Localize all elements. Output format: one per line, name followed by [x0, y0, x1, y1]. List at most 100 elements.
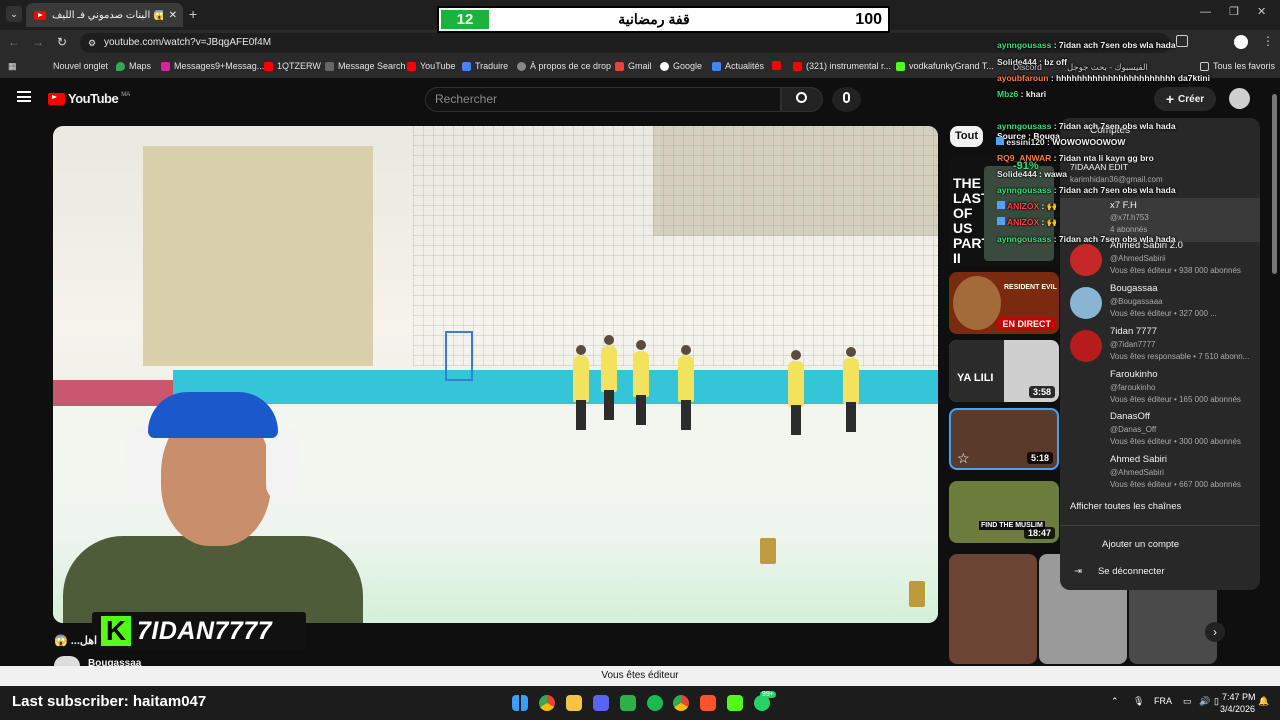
- filter-chip-all[interactable]: Tout: [950, 126, 983, 147]
- phone-link-icon[interactable]: [620, 695, 636, 711]
- discord-icon[interactable]: [593, 695, 609, 711]
- editor-notice-text: Vous êtes éditeur: [601, 670, 679, 681]
- bookmark-message-search[interactable]: Message Search: [325, 61, 406, 71]
- account-handle: @AhmedSabiri: [1110, 468, 1164, 477]
- search-button[interactable]: [781, 87, 823, 112]
- thumbnail-title: THE LAST OF US PART II PC: [953, 175, 991, 267]
- bookmark-1qtzerw[interactable]: 1QTZERW: [264, 61, 321, 71]
- score-title: قفة رمضانية: [618, 11, 690, 27]
- chat-message: WOWOWOOWOW: [1052, 137, 1126, 147]
- extensions-icon[interactable]: [1176, 35, 1188, 47]
- editor-notice-bar: Vous êtes éditeur: [0, 666, 1280, 686]
- add-account-label: Ajouter un compte: [1102, 539, 1180, 550]
- notification-bell-icon[interactable]: 🔔: [1258, 696, 1269, 707]
- bookmark-kick[interactable]: vodkafunkyGrand T...: [896, 61, 994, 71]
- message-icon: [325, 61, 334, 71]
- chrome-icon[interactable]: [539, 695, 555, 711]
- tab-close-icon[interactable]: ✕: [169, 10, 183, 21]
- add-account-item[interactable]: Ajouter un compte: [1060, 539, 1260, 550]
- account-item[interactable]: Ahmed Sabiri 2.0 @AhmedSabirii Vous êtes…: [1060, 240, 1260, 284]
- clock-time[interactable]: 7:47 PM: [1222, 692, 1256, 702]
- brave-icon[interactable]: [700, 695, 716, 711]
- network-icon[interactable]: ▭: [1183, 696, 1192, 707]
- bookmark-gmail[interactable]: Gmail: [615, 61, 652, 71]
- browser-menu-icon[interactable]: ⋮: [1262, 34, 1274, 48]
- chat-line: aynngousass : 7idan ach 7sen obs wla had…: [997, 40, 1176, 50]
- apps-grid-icon[interactable]: ▦: [8, 61, 17, 72]
- chat-user: ayoubfaroun: [997, 73, 1049, 83]
- recommended-video[interactable]: ☆ 5:18: [949, 408, 1059, 470]
- spotify-icon[interactable]: [647, 695, 663, 711]
- channel-avatar[interactable]: [54, 656, 80, 666]
- duration-badge: 18:47: [1023, 527, 1055, 539]
- page-scrollbar[interactable]: [1272, 94, 1277, 274]
- bookmark-google[interactable]: Google: [660, 61, 702, 71]
- folder-icon: [1200, 61, 1209, 71]
- search-placeholder: Rechercher: [435, 92, 498, 106]
- account-item[interactable]: 7idan 7777 @7idan7777 Vous êtes responsa…: [1060, 326, 1260, 370]
- create-button[interactable]: + Créer: [1154, 87, 1216, 111]
- show-all-channels-link[interactable]: Afficher toutes les chaînes: [1060, 501, 1260, 512]
- language-indicator[interactable]: FRA: [1154, 696, 1172, 706]
- voice-search-button[interactable]: [832, 87, 861, 112]
- recommended-video[interactable]: FIND THE MUSLIM 18:47: [949, 481, 1059, 543]
- file-explorer-icon[interactable]: [566, 695, 582, 711]
- youtube-logo[interactable]: YouTube MA: [48, 91, 130, 106]
- window-restore-button[interactable]: ❐: [1229, 5, 1239, 18]
- shorts-thumbnail[interactable]: [949, 554, 1037, 664]
- bookmark-instagram[interactable]: Messages9+Messag...: [161, 61, 264, 71]
- video-player[interactable]: [53, 126, 938, 623]
- window-minimize-button[interactable]: —: [1200, 6, 1211, 18]
- mic-icon[interactable]: 🎙: [1133, 696, 1144, 707]
- forward-icon[interactable]: →: [32, 35, 44, 49]
- active-tab[interactable]: البنات صدموني فـ الليف 😱 ... ✕: [26, 3, 183, 27]
- reload-icon[interactable]: ↻: [57, 35, 67, 49]
- bookmark-maps[interactable]: Maps: [116, 61, 151, 71]
- youtube-logo-icon: [48, 92, 65, 105]
- bookmark-traduire[interactable]: Traduire: [462, 61, 508, 71]
- search-input[interactable]: Rechercher: [425, 87, 781, 112]
- bookmark-instrumental[interactable]: (321) instrumental r...: [793, 61, 891, 71]
- battery-icon[interactable]: ▯: [1214, 696, 1219, 707]
- site-info-icon[interactable]: ⚙: [88, 33, 96, 53]
- bookmark-about-drop[interactable]: À propos de ce drop: [517, 61, 611, 71]
- profile-avatar[interactable]: [1234, 35, 1248, 49]
- recommended-video[interactable]: YA LILI 3:58: [949, 340, 1059, 402]
- shorts-next-button[interactable]: ›: [1205, 622, 1225, 642]
- globe-icon: [517, 61, 526, 71]
- streamer-name: 7IDAN7777: [137, 616, 273, 645]
- account-item[interactable]: Ahmed Sabiri @AhmedSabiri Vous êtes édit…: [1060, 454, 1260, 498]
- account-role: Vous êtes éditeur • 938 000 abonnés: [1110, 266, 1241, 275]
- hamburger-menu-icon[interactable]: [17, 91, 31, 102]
- chat-line: aynngousass : 7idan ach 7sen obs wla had…: [997, 234, 1176, 244]
- recommended-video[interactable]: RESIDENT EVIL EN DIRECT: [949, 272, 1059, 334]
- windows-start-icon[interactable]: [512, 695, 528, 711]
- bookmark-label: Google: [673, 61, 703, 71]
- new-tab-button[interactable]: +: [189, 6, 197, 22]
- sign-out-item[interactable]: ⇥ Se déconnecter: [1060, 566, 1260, 577]
- youtube-icon: [407, 61, 416, 71]
- chrome-icon[interactable]: [673, 695, 689, 711]
- bookmark-all-favorites[interactable]: Tous les favoris: [1200, 61, 1275, 71]
- back-icon[interactable]: ←: [8, 35, 20, 49]
- bookmark-actualites[interactable]: Actualités: [712, 61, 764, 71]
- account-item[interactable]: Bougassaa @Bougassaaa Vous êtes éditeur …: [1060, 283, 1260, 327]
- bookmark-label: vodkafunkyGrand T...: [909, 61, 994, 71]
- player: [573, 345, 589, 430]
- window-close-button[interactable]: ✕: [1257, 5, 1266, 18]
- clock-date[interactable]: 3/4/2026: [1220, 704, 1255, 714]
- account-item[interactable]: DanasOff @Danas_Off Vous êtes éditeur • …: [1060, 411, 1260, 455]
- volume-icon[interactable]: 🔊: [1199, 696, 1210, 707]
- bookmark-youtube-icon-only[interactable]: [772, 61, 781, 70]
- bookmark-new-tab[interactable]: Nouvel onglet: [53, 61, 108, 71]
- account-avatar[interactable]: [1229, 88, 1250, 109]
- tray-overflow-icon[interactable]: ⌃: [1111, 696, 1119, 707]
- chat-user: ANIZOX: [1007, 201, 1040, 211]
- tab-list-button[interactable]: ⌄: [6, 6, 22, 22]
- kick-icon[interactable]: [727, 695, 743, 711]
- account-item[interactable]: Faroukinho @faroukinho Vous êtes éditeur…: [1060, 369, 1260, 413]
- account-name: Ahmed Sabiri: [1110, 454, 1168, 465]
- video-caption: 😱 ...اهل: [54, 635, 98, 647]
- overlay-discord: Discord: [1013, 62, 1042, 72]
- bookmark-youtube[interactable]: YouTube: [407, 61, 455, 71]
